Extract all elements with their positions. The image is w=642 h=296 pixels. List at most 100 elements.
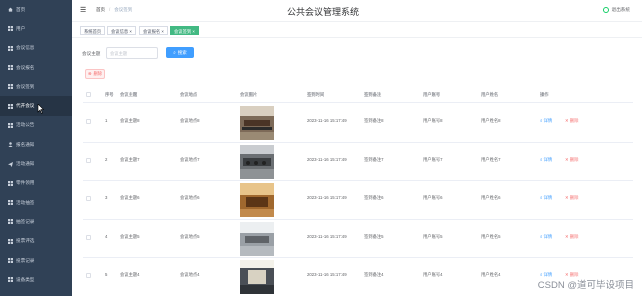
search-button[interactable]: ⌕ 搜索: [166, 47, 194, 58]
sidebar-item-4[interactable]: 会议报名: [0, 58, 72, 77]
grid-icon: [8, 258, 13, 263]
cell-account: 用户账号7: [423, 156, 443, 162]
sidebar-item-6[interactable]: 代开会议: [0, 96, 72, 116]
th-time[interactable]: 签到时间: [307, 92, 324, 98]
th-account[interactable]: 用户账号: [423, 92, 440, 98]
cell-place: 会议地点6: [180, 195, 200, 201]
delete-button[interactable]: ✕ 删除: [565, 118, 578, 124]
cell-name: 用户姓名7: [481, 156, 501, 162]
app-root: 首页 用户 会议信息 会议报名 会议签到 代开会议 活动公告 报名通知 活动通知 零件领用 活动抽签…: [0, 0, 642, 296]
th-image: 会议图片: [240, 92, 258, 97]
cell-topic: 会议主题7: [120, 156, 140, 162]
sidebar-item-10[interactable]: 零件领用: [0, 174, 72, 193]
breadcrumb-current: 会议签到: [114, 7, 133, 12]
table-header: 序号 会议主题 会议地点 会议图片 签到时间 签到备注 用户账号 用户姓名 操作: [83, 88, 633, 103]
th-topic[interactable]: 会议主题: [120, 92, 137, 98]
table-row: 4 会议主题5 会议地点5 2023-11-16 15:17:49 签到备注5 用户账号5…: [83, 220, 633, 259]
cell-name: 用户姓名4: [481, 272, 501, 278]
sidebar-item-label: 报名通知: [16, 141, 35, 147]
sidebar-item-label: 用户: [16, 25, 26, 31]
th-place[interactable]: 会议地点: [180, 92, 197, 98]
row-checkbox[interactable]: [86, 234, 91, 240]
search-icon: ⌕: [173, 50, 176, 55]
table-row: 3 会议主题6 会议地点6 2023-11-16 15:17:49 签到备注6 用户账号6…: [83, 181, 633, 220]
sidebar-item-label: 会议签到: [16, 83, 35, 89]
cell-time: 2023-11-16 15:17:49: [307, 118, 347, 123]
detail-button[interactable]: ⌕ 详情: [540, 234, 552, 240]
delete-label: 删除: [569, 233, 579, 239]
sidebar-item-8[interactable]: 报名通知: [0, 135, 72, 154]
cell-no: 2: [105, 156, 108, 162]
sidebar-item-13[interactable]: 投票评选: [0, 232, 72, 251]
meeting-image: [240, 183, 274, 218]
logout-button[interactable]: 退出系统: [602, 7, 630, 13]
table-row: 2 会议主题7 会议地点7 2023-11-16 15:17:49 签到备注7 用户账号7…: [83, 143, 633, 182]
batch-delete-button[interactable]: ⊗ 删除: [85, 69, 105, 79]
cell-account: 用户账号6: [423, 195, 443, 201]
sidebar-item-5[interactable]: 会议签到: [0, 77, 72, 96]
grid-icon: [8, 65, 13, 71]
cell-time: 2023-11-16 15:17:49: [307, 156, 347, 162]
sidebar-item-label: 首页: [16, 6, 26, 12]
detail-label: 详情: [543, 233, 553, 239]
tag-home[interactable]: 系统首页: [80, 26, 106, 35]
sidebar-item-15[interactable]: 设备类型: [0, 270, 72, 289]
delete-button[interactable]: ✕ 删除: [565, 234, 578, 240]
watermark: CSDN @道可毕设项目: [537, 280, 634, 291]
breadcrumb-home[interactable]: 首页: [96, 7, 105, 12]
detail-label: 详情: [543, 118, 553, 123]
delete-button[interactable]: ✕ 删除: [565, 157, 578, 163]
row-checkbox[interactable]: [86, 157, 91, 163]
grid-icon: [8, 45, 13, 51]
th-note[interactable]: 签到备注: [364, 92, 381, 98]
delete-button[interactable]: ✕ 删除: [565, 195, 578, 201]
sidebar-item-label: 会议信息: [16, 45, 35, 51]
cell-place: 会议地点4: [180, 272, 200, 278]
row-checkbox[interactable]: [86, 119, 91, 124]
sidebar-item-9[interactable]: 活动通知: [0, 154, 72, 173]
sidebar-item-label: 设备类型: [16, 276, 35, 282]
meeting-image: [240, 221, 274, 256]
delete-icon: ⊗: [87, 71, 92, 76]
sidebar-item-12[interactable]: 抽签记录: [0, 212, 72, 231]
grid-icon: [8, 180, 13, 186]
menu-toggle-icon[interactable]: ☰: [80, 6, 86, 14]
sidebar-item-2[interactable]: 用户: [0, 19, 72, 38]
detail-button[interactable]: ⌕ 详情: [540, 195, 552, 201]
grid-icon: [8, 84, 13, 90]
row-checkbox[interactable]: [86, 273, 91, 279]
delete-label: 删除: [569, 156, 579, 162]
sidebar-item-label: 零件领用: [16, 180, 35, 186]
cell-name: 用户姓名6: [481, 195, 501, 201]
detail-button[interactable]: ⌕ 详情: [540, 157, 552, 163]
tag-meeting-info[interactable]: 会议信息 ×: [107, 26, 136, 35]
sidebar-item-7[interactable]: 活动公告: [0, 116, 72, 135]
select-all-checkbox[interactable]: [86, 92, 91, 97]
tag-meeting-signup[interactable]: 会议报名 ×: [139, 26, 168, 35]
cell-place: 会议地点8: [180, 118, 200, 123]
sidebar-item-14[interactable]: 投票记录: [0, 251, 72, 270]
sidebar-item-label: 投票记录: [16, 257, 35, 263]
top-bar: ☰ 首页 / 会议签到 公共会议管理系统 退出系统: [72, 0, 642, 22]
grid-icon: [8, 200, 13, 206]
sidebar-item-1[interactable]: 首页: [0, 0, 72, 19]
home-icon: [8, 7, 13, 12]
detail-button[interactable]: ⌕ 详情: [540, 118, 552, 124]
grid-icon: [8, 26, 13, 32]
cell-no: 1: [105, 118, 108, 123]
search-input[interactable]: [106, 47, 158, 59]
sidebar-item-3[interactable]: 会议信息: [0, 39, 72, 58]
cell-account: 用户账号4: [423, 272, 443, 278]
delete-label: 删除: [569, 195, 579, 201]
cell-topic: 会议主题4: [120, 272, 140, 278]
cell-note: 签到备注7: [364, 156, 384, 162]
th-name[interactable]: 用户姓名: [481, 92, 498, 98]
cell-note: 签到备注4: [364, 272, 384, 278]
grid-icon: [8, 277, 13, 283]
cell-account: 用户账号5: [423, 233, 443, 239]
cell-note: 签到备注6: [364, 195, 384, 201]
tag-meeting-checkin[interactable]: 会议签到 ×: [170, 26, 199, 35]
row-checkbox[interactable]: [86, 196, 91, 202]
sidebar-item-label: 活动抽签: [16, 199, 35, 205]
sidebar-item-11[interactable]: 活动抽签: [0, 193, 72, 212]
